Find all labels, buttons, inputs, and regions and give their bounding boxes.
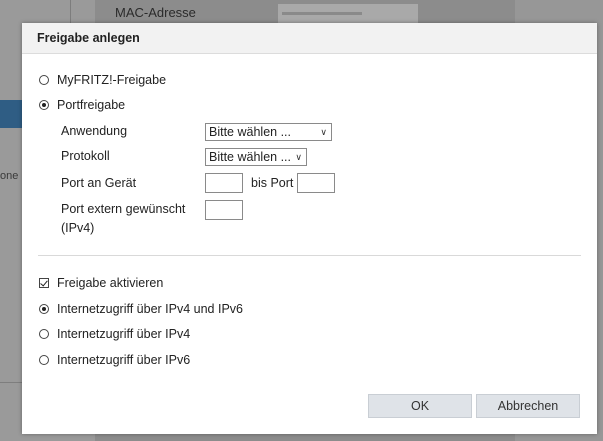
port-extern-label-ipv4: (IPv4) (61, 221, 95, 235)
background-mac-value-blurred (278, 4, 418, 24)
background-divider (70, 0, 71, 24)
radio-ipv4-ipv6[interactable]: Internetzugriff über IPv4 und IPv6 (39, 302, 243, 316)
radio-button-icon[interactable] (39, 100, 49, 110)
ok-button[interactable]: OK (368, 394, 472, 418)
port-extern-input[interactable] (205, 200, 243, 220)
bis-port-label: bis Port (251, 176, 294, 190)
protokoll-select[interactable]: Bitte wählen ... ∨ (205, 148, 307, 166)
background-mac-label: MAC-Adresse (115, 5, 196, 20)
background-nav-highlight (0, 100, 24, 128)
port-an-geraet-label: Port an Gerät (61, 176, 137, 190)
radio-button-icon[interactable] (39, 329, 49, 339)
port-end-input[interactable] (297, 173, 335, 193)
radio-button-icon[interactable] (39, 355, 49, 365)
radio-button-icon[interactable] (39, 75, 49, 85)
anwendung-select-value: Bitte wählen ... (209, 125, 291, 139)
checkbox-freigabe-aktivieren[interactable]: Freigabe aktivieren (39, 276, 163, 290)
radio-portfreigabe[interactable]: Portfreigabe (39, 98, 125, 112)
radio-ipv6[interactable]: Internetzugriff über IPv6 (39, 353, 190, 367)
background-edge-text: one (0, 170, 19, 182)
radio-ipv4-ipv6-label: Internetzugriff über IPv4 und IPv6 (57, 302, 243, 316)
chevron-down-icon: ∨ (295, 151, 302, 162)
port-start-input[interactable] (205, 173, 243, 193)
radio-ipv6-label: Internetzugriff über IPv6 (57, 353, 191, 367)
chevron-down-icon: ∨ (320, 126, 327, 137)
dialog-title: Freigabe anlegen (37, 31, 140, 45)
protokoll-select-value: Bitte wählen ... (209, 150, 291, 164)
port-extern-label: Port extern gewünscht (61, 202, 186, 216)
freigabe-aktivieren-label: Freigabe aktivieren (57, 276, 164, 290)
section-divider (38, 255, 581, 256)
radio-ipv4[interactable]: Internetzugriff über IPv4 (39, 327, 190, 341)
protokoll-label: Protokoll (61, 149, 110, 163)
dialog-header: Freigabe anlegen (22, 23, 597, 54)
anwendung-label: Anwendung (61, 124, 128, 138)
radio-button-icon[interactable] (39, 304, 49, 314)
radio-myfritz-freigabe[interactable]: MyFRITZ!-Freigabe (39, 73, 166, 87)
radio-portfreigabe-label: Portfreigabe (57, 98, 126, 112)
anwendung-select[interactable]: Bitte wählen ... ∨ (205, 123, 332, 141)
radio-myfritz-label: MyFRITZ!-Freigabe (57, 73, 167, 87)
freigabe-dialog: Freigabe anlegen MyFRITZ!-Freigabe Portf… (22, 23, 597, 434)
checkbox-icon[interactable] (39, 278, 49, 288)
radio-ipv4-label: Internetzugriff über IPv4 (57, 327, 191, 341)
cancel-button[interactable]: Abbrechen (476, 394, 580, 418)
